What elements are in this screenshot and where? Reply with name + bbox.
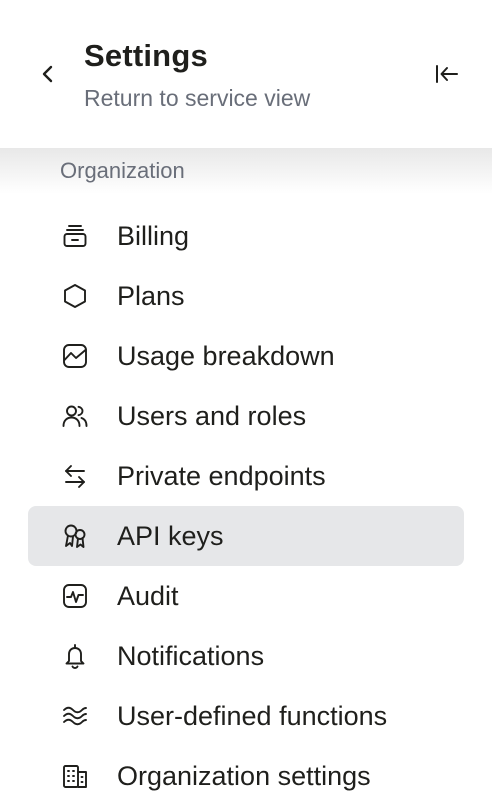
- users-icon: [60, 401, 90, 431]
- hexagon-icon: [60, 281, 90, 311]
- menu-item-label: Audit: [117, 581, 179, 611]
- menu-item-label: Billing: [117, 221, 190, 251]
- menu-item-label: Private endpoints: [117, 461, 326, 491]
- menu-item-billing[interactable]: Billing: [28, 206, 464, 266]
- page-title: Settings: [84, 38, 208, 73]
- menu-item-notifications[interactable]: Notifications: [28, 626, 464, 686]
- settings-menu: Billing Plans Usage breakdown Users and …: [28, 206, 464, 806]
- menu-item-plans[interactable]: Plans: [28, 266, 464, 326]
- building-icon: [60, 761, 90, 791]
- menu-item-user-defined-functions[interactable]: User-defined functions: [28, 686, 464, 746]
- menu-item-label: User-defined functions: [117, 701, 388, 731]
- bell-icon: [60, 641, 90, 671]
- menu-item-label: Notifications: [117, 641, 265, 671]
- menu-item-users-and-roles[interactable]: Users and roles: [28, 386, 464, 446]
- settings-header: Settings Return to service view: [0, 0, 492, 148]
- chevron-left-icon: [41, 64, 55, 84]
- collapse-sidebar-button[interactable]: [430, 58, 464, 90]
- menu-item-label: Users and roles: [117, 401, 307, 431]
- menu-item-audit[interactable]: Audit: [28, 566, 464, 626]
- activity-icon: [60, 581, 90, 611]
- keys-icon: [60, 521, 90, 551]
- menu-item-label: Organization settings: [117, 761, 371, 791]
- menu-item-label: API keys: [117, 521, 224, 551]
- menu-item-usage-breakdown[interactable]: Usage breakdown: [28, 326, 464, 386]
- collapse-sidebar-icon: [434, 63, 460, 85]
- billing-icon: [60, 221, 90, 251]
- menu-item-private-endpoints[interactable]: Private endpoints: [28, 446, 464, 506]
- menu-item-api-keys[interactable]: API keys: [28, 506, 464, 566]
- return-to-service-link[interactable]: Return to service view: [84, 83, 310, 113]
- section-label: Organization: [60, 158, 185, 183]
- arrows-swap-icon: [60, 461, 90, 491]
- menu-item-organization-settings[interactable]: Organization settings: [28, 746, 464, 806]
- menu-item-label: Plans: [117, 281, 185, 311]
- usage-chart-icon: [60, 341, 90, 371]
- back-button[interactable]: [34, 58, 62, 90]
- wave-lines-icon: [60, 701, 90, 731]
- menu-item-label: Usage breakdown: [117, 341, 335, 371]
